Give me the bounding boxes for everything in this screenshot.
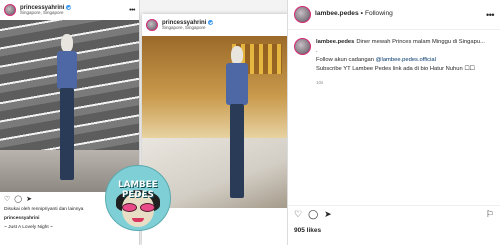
panel-actions: ♡ ◯ ➤ ⚐ (294, 210, 494, 219)
panel-username[interactable]: lambee.pedes (315, 11, 359, 18)
bookmark-icon[interactable]: ⚐ (486, 210, 494, 219)
post-left-photo[interactable] (0, 20, 139, 192)
caption-username[interactable]: princessyahrini (4, 216, 39, 221)
comment-username[interactable]: lambee.pedes (316, 39, 354, 45)
more-icon[interactable]: ••• (129, 7, 135, 14)
person-figure (52, 34, 82, 192)
following-button[interactable]: Following (365, 11, 393, 18)
likes-count[interactable]: 905 likes (294, 227, 494, 234)
avatar[interactable] (294, 6, 311, 23)
person-figure (222, 46, 252, 208)
verified-badge-icon (66, 5, 72, 11)
comment-icon[interactable]: ◯ (14, 196, 22, 203)
logo-text: LAMBEE PEDES (118, 180, 158, 200)
post-left-location[interactable]: Singapore, Singapore (20, 10, 129, 16)
panel-header: lambee.pedes • Following ••• (288, 0, 500, 30)
verified-badge-icon (208, 20, 214, 26)
share-icon[interactable]: ➤ (26, 196, 32, 203)
post-middle-location[interactable]: Singapore, Singapore (162, 25, 284, 31)
avatar[interactable] (294, 38, 311, 55)
share-icon[interactable]: ➤ (324, 210, 332, 219)
post-left-header: princessyahrini Singapore, Singapore ••• (0, 0, 139, 20)
avatar[interactable] (146, 19, 158, 31)
post-middle-header: princessyahrini Singapore, Singapore (142, 14, 288, 36)
heart-icon[interactable]: ♡ (294, 210, 302, 219)
comment-line-1: Diner mewah Princes malam Minggu di Sing… (356, 39, 485, 45)
caption-comment: lambee.pedes Diner mewah Princes malam Mi… (288, 30, 500, 87)
more-icon[interactable]: ••• (486, 10, 494, 20)
comment-line-2: Follow akun cadangan (316, 56, 375, 63)
lambee-pedes-logo: LAMBEE PEDES (105, 165, 171, 231)
avatar[interactable] (4, 4, 16, 16)
panel-footer: ♡ ◯ ➤ ⚐ 905 likes (288, 205, 500, 245)
post-detail-panel: lambee.pedes • Following ••• lambee.pede… (287, 0, 500, 245)
comment-line-3: Subscribe YT Lambee Pedes link ada di bi… (316, 65, 475, 72)
mention-link[interactable]: @lambee.pedes.official (376, 57, 436, 63)
comment-dot: . (316, 47, 318, 54)
comment-timestamp: 10s (316, 79, 324, 85)
comment-icon[interactable]: ◯ (308, 210, 318, 219)
heart-icon[interactable]: ♡ (4, 196, 10, 203)
